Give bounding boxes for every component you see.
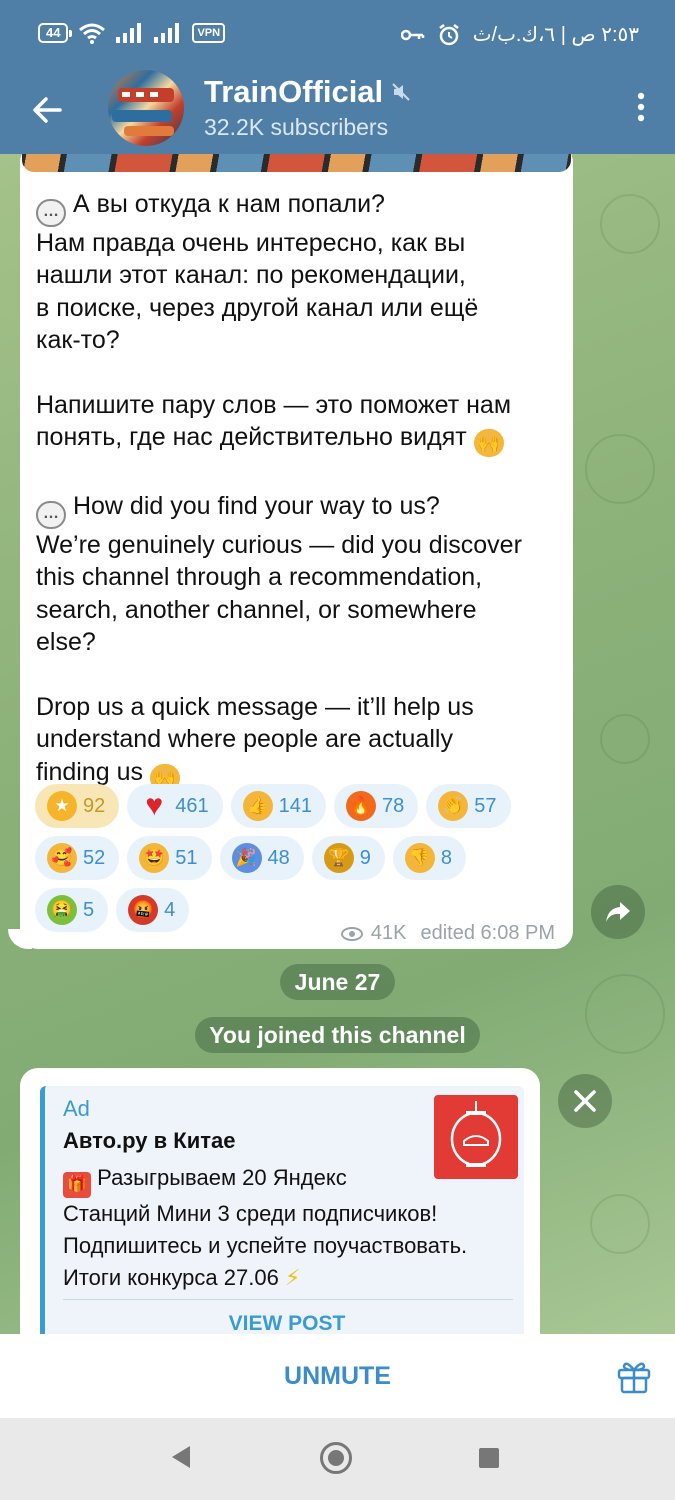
subscribers-count: 32.2K subscribers: [204, 114, 389, 140]
share-button[interactable]: [591, 885, 645, 939]
reaction-cursing[interactable]: 🤬 4: [116, 888, 190, 932]
reaction-trophy[interactable]: 🏆 9: [311, 836, 385, 880]
ad-card[interactable]: Ad Авто.ру в Китае 🎁 Разыгрываем 20 Янде…: [40, 1086, 524, 1334]
views-eye-icon: [340, 926, 363, 941]
close-ad-button[interactable]: [558, 1074, 612, 1128]
gift-icon[interactable]: [616, 1358, 652, 1394]
channel-title[interactable]: TrainOfficial: [204, 74, 411, 110]
reactions: ★ 92 ♥ 461 👍 141 🔥 78 👏 57 🥰 52 🤩 51 🎉 48 🏆 9 👎 8 …: [35, 784, 565, 940]
status-right: ٢:٥٣ ص | ٦،ك.ب/ث: [400, 22, 639, 47]
status-left: 44 VPN: [38, 22, 226, 44]
smiling-hearts-icon: 🥰: [47, 843, 77, 873]
reaction-vomit[interactable]: 🤮 5: [35, 888, 109, 932]
clap-icon: 👏: [438, 791, 469, 821]
reaction-fire[interactable]: 🔥 78: [334, 784, 419, 828]
channel-name: TrainOfficial: [204, 74, 384, 109]
status-bar: 44 VPN ٢:٥٣ ص | ٦،ك.ب/ث: [0, 0, 675, 70]
speaker-muted-icon: [392, 83, 410, 101]
ad-divider: [63, 1299, 513, 1300]
vomit-face-icon: 🤮: [47, 895, 77, 925]
date-separator: June 27: [280, 964, 395, 1000]
lantern-car-icon: [450, 1101, 502, 1167]
view-post-button[interactable]: VIEW POST: [45, 1312, 529, 1334]
signal-icon: [116, 23, 142, 43]
alarm-icon: [438, 23, 459, 45]
service-message: You joined this channel: [195, 1017, 480, 1053]
nav-recents-icon[interactable]: [479, 1448, 499, 1468]
background-doodle: [585, 974, 665, 1054]
background-doodle: [585, 434, 655, 504]
edited-time: edited 6:08 PM: [420, 922, 555, 944]
lightning-icon: ⚡: [284, 1265, 301, 1290]
raised-hands-icon: 🙌: [473, 429, 504, 458]
more-vert-icon[interactable]: [637, 92, 645, 122]
reaction-star-struck[interactable]: 🤩 51: [127, 836, 212, 880]
ad-label: Ad: [63, 1096, 90, 1121]
reaction-thumbs-up[interactable]: 👍 141: [230, 784, 326, 828]
signal-icon-2: [154, 23, 180, 43]
bottom-bar: UNMUTE: [0, 1334, 675, 1418]
key-icon: [400, 29, 424, 40]
cursing-face-icon: 🤬: [128, 895, 159, 925]
reaction-clap[interactable]: 👏 57: [426, 784, 511, 828]
channel-avatar[interactable]: [108, 70, 184, 146]
gift-emoji-icon: 🎁: [63, 1172, 91, 1198]
reaction-love-face[interactable]: 🥰 52: [35, 836, 120, 880]
ad-channel-name: Авто.ру в Китае: [63, 1128, 236, 1153]
nav-back-icon[interactable]: [172, 1446, 190, 1468]
nav-home-icon[interactable]: [320, 1442, 352, 1474]
background-doodle: [600, 194, 660, 254]
system-nav-bar: [0, 1418, 675, 1500]
post-meta: 41K edited 6:08 PM: [340, 922, 555, 945]
reaction-star[interactable]: ★ 92: [35, 784, 120, 828]
star-icon: ★: [47, 791, 77, 821]
background-doodle: [600, 714, 650, 764]
vpn-icon: VPN: [192, 23, 226, 43]
reaction-party[interactable]: 🎉 48: [219, 836, 304, 880]
views-count: 41K: [370, 922, 407, 944]
chat-header: TrainOfficial 32.2K subscribers: [0, 70, 675, 154]
back-arrow-icon[interactable]: [30, 92, 66, 128]
reaction-heart[interactable]: ♥ 461: [127, 784, 223, 828]
channel-post[interactable]: … А вы откуда к нам попали? Нам правда о…: [20, 154, 573, 949]
ad-thumbnail[interactable]: [434, 1095, 518, 1179]
share-arrow-icon: [606, 902, 630, 922]
thumbs-up-icon: 👍: [242, 791, 273, 821]
post-image[interactable]: [22, 154, 571, 172]
status-time: ٢:٥٣ ص | ٦،ك.ب/ث: [472, 24, 639, 46]
heart-icon: ♥: [145, 789, 164, 822]
party-popper-icon: 🎉: [231, 843, 262, 873]
sponsored-message[interactable]: Ad Авто.ру в Китае 🎁 Разыгрываем 20 Янде…: [20, 1068, 540, 1334]
battery-icon: 44: [38, 23, 74, 43]
star-struck-icon: 🤩: [139, 843, 170, 873]
speech-bubble-icon: …: [36, 199, 66, 227]
close-icon: [574, 1090, 596, 1112]
chat-area[interactable]: … А вы откуда к нам попали? Нам правда о…: [0, 154, 675, 1334]
thumbs-down-icon: 👎: [404, 843, 435, 873]
speech-bubble-icon: …: [36, 500, 66, 529]
ad-text: 🎁 Разыгрываем 20 Яндекс Станций Мини 3 с…: [63, 1165, 468, 1290]
post-text: … А вы откуда к нам попали? Нам правда о…: [36, 188, 566, 792]
reaction-thumbs-down[interactable]: 👎 8: [392, 836, 466, 880]
background-doodle: [590, 1194, 650, 1254]
unmute-button[interactable]: UNMUTE: [0, 1334, 675, 1418]
trophy-icon: 🏆: [323, 843, 354, 873]
fire-icon: 🔥: [346, 791, 376, 821]
wifi-icon: [79, 23, 106, 44]
